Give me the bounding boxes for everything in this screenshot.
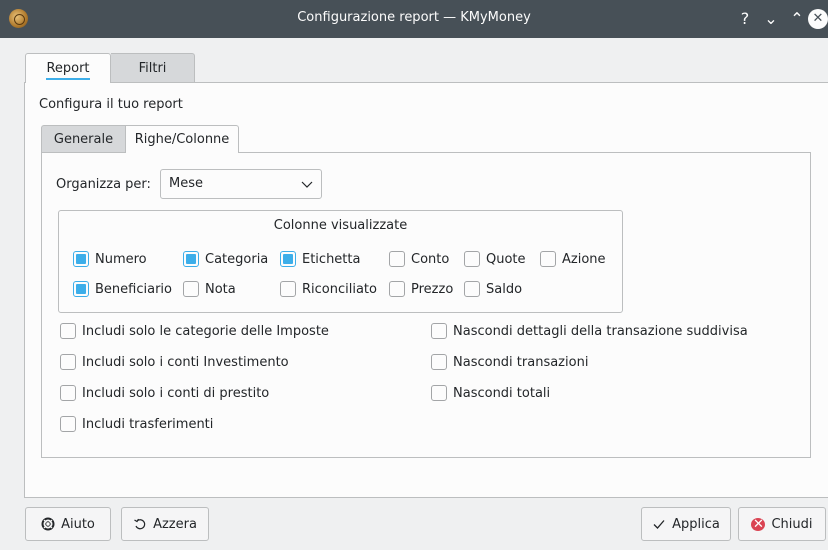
close-button[interactable]: ✕ Chiudi bbox=[738, 507, 826, 541]
window-title: Configurazione report — KMyMoney bbox=[297, 10, 531, 25]
configure-label: Configura il tuo report bbox=[39, 97, 183, 112]
checkbox-label: Nascondi dettagli della transazione sudd… bbox=[453, 323, 748, 339]
checkbox-box[interactable] bbox=[431, 385, 447, 401]
organize-value: Mese bbox=[169, 176, 203, 191]
tab-righe-colonne-label: Righe/Colonne bbox=[134, 132, 230, 147]
checkbox-box[interactable] bbox=[183, 251, 199, 267]
displayed-columns-group: Colonne visualizzate Numero Categoria Et… bbox=[58, 210, 623, 313]
checkbox-solo-investimento[interactable]: Includi solo i conti Investimento bbox=[60, 354, 289, 370]
help-button[interactable]: Aiuto bbox=[25, 507, 111, 541]
tab-report-label: Report bbox=[46, 61, 90, 80]
checkbox-nascondi-transazioni[interactable]: Nascondi transazioni bbox=[431, 354, 588, 370]
checkbox-label: Beneficiario bbox=[95, 281, 172, 297]
checkbox-label: Prezzo bbox=[411, 281, 454, 297]
checkbox-box[interactable] bbox=[464, 251, 480, 267]
checkbox-azione[interactable]: Azione bbox=[540, 251, 606, 267]
checkbox-label: Nota bbox=[205, 281, 236, 297]
checkbox-label: Includi trasferimenti bbox=[82, 416, 214, 432]
help-button-label: Aiuto bbox=[61, 516, 95, 532]
checkbox-label: Azione bbox=[562, 251, 606, 267]
tab-filtri-label: Filtri bbox=[138, 61, 167, 76]
close-circle-icon: ✕ bbox=[751, 516, 766, 532]
checkbox-box[interactable] bbox=[389, 251, 405, 267]
checkbox-solo-imposte[interactable]: Includi solo le categorie delle Imposte bbox=[60, 323, 329, 339]
tab-righe-colonne[interactable]: Righe/Colonne bbox=[125, 125, 239, 153]
checkbox-box[interactable] bbox=[73, 281, 89, 297]
checkbox-nascondi-totali[interactable]: Nascondi totali bbox=[431, 385, 550, 401]
tab-filtri[interactable]: Filtri bbox=[111, 53, 195, 83]
checkbox-box[interactable] bbox=[60, 354, 76, 370]
checkbox-box[interactable] bbox=[389, 281, 405, 297]
checkbox-box[interactable] bbox=[280, 281, 296, 297]
checkbox-prezzo[interactable]: Prezzo bbox=[389, 281, 453, 297]
checkbox-label: Saldo bbox=[486, 281, 523, 297]
title-bar: Configurazione report — KMyMoney ? ⌄ ⌃ ✕ bbox=[0, 0, 828, 38]
checkbox-label: Includi solo le categorie delle Imposte bbox=[82, 323, 329, 339]
checkbox-label: Includi solo i conti Investimento bbox=[82, 354, 289, 370]
apply-button-label: Applica bbox=[672, 516, 720, 532]
checkbox-label: Conto bbox=[411, 251, 450, 267]
apply-button[interactable]: Applica bbox=[641, 507, 731, 541]
checkbox-label: Nascondi transazioni bbox=[453, 354, 589, 370]
minimize-icon[interactable]: ⌄ bbox=[760, 8, 782, 30]
report-panel: Configura il tuo report Generale Righe/C… bbox=[24, 82, 828, 498]
checkbox-label: Numero bbox=[95, 251, 147, 267]
checkmark-icon bbox=[653, 520, 665, 529]
checkbox-box[interactable] bbox=[73, 251, 89, 267]
rows-columns-panel: Organizza per: Mese Colonne visualizzate… bbox=[41, 152, 811, 458]
lifebuoy-icon bbox=[41, 517, 55, 531]
checkbox-nota[interactable]: Nota bbox=[183, 281, 236, 297]
checkbox-box[interactable] bbox=[540, 251, 556, 267]
checkbox-label: Categoria bbox=[205, 251, 269, 267]
reset-button-label: Azzera bbox=[153, 516, 197, 532]
organize-label: Organizza per: bbox=[56, 177, 151, 192]
checkbox-box[interactable] bbox=[431, 323, 447, 339]
checkbox-etichetta[interactable]: Etichetta bbox=[280, 251, 360, 267]
checkbox-box[interactable] bbox=[431, 354, 447, 370]
checkbox-numero[interactable]: Numero bbox=[73, 251, 147, 267]
checkbox-box[interactable] bbox=[60, 416, 76, 432]
tab-generale-label: Generale bbox=[53, 132, 114, 147]
checkbox-trasferimenti[interactable]: Includi trasferimenti bbox=[60, 416, 213, 432]
checkbox-label: Riconciliato bbox=[302, 281, 377, 297]
close-window-icon[interactable]: ✕ bbox=[808, 9, 828, 29]
checkbox-saldo[interactable]: Saldo bbox=[464, 281, 522, 297]
checkbox-conto[interactable]: Conto bbox=[389, 251, 449, 267]
checkbox-solo-prestito[interactable]: Includi solo i conti di prestito bbox=[60, 385, 269, 401]
checkbox-box[interactable] bbox=[464, 281, 480, 297]
checkbox-label: Nascondi totali bbox=[453, 385, 551, 401]
checkbox-label: Includi solo i conti di prestito bbox=[82, 385, 270, 401]
displayed-columns-title: Colonne visualizzate bbox=[273, 218, 408, 233]
checkbox-quote[interactable]: Quote bbox=[464, 251, 526, 267]
checkbox-box[interactable] bbox=[60, 323, 76, 339]
checkbox-box[interactable] bbox=[280, 251, 296, 267]
tab-generale[interactable]: Generale bbox=[41, 125, 125, 153]
checkbox-beneficiario[interactable]: Beneficiario bbox=[73, 281, 172, 297]
close-button-label: Chiudi bbox=[771, 516, 813, 532]
organize-combo[interactable]: Mese bbox=[160, 169, 322, 199]
help-icon[interactable]: ? bbox=[734, 8, 756, 30]
checkbox-box[interactable] bbox=[60, 385, 76, 401]
undo-icon bbox=[134, 518, 146, 530]
checkbox-categoria[interactable]: Categoria bbox=[183, 251, 268, 267]
reset-button[interactable]: Azzera bbox=[121, 507, 209, 541]
maximize-icon[interactable]: ⌃ bbox=[786, 8, 808, 30]
checkbox-riconciliato[interactable]: Riconciliato bbox=[280, 281, 377, 297]
chevron-down-icon bbox=[301, 181, 313, 188]
tab-report[interactable]: Report bbox=[25, 53, 111, 83]
checkbox-nascondi-dettagli[interactable]: Nascondi dettagli della transazione sudd… bbox=[431, 323, 748, 339]
checkbox-box[interactable] bbox=[183, 281, 199, 297]
checkbox-label: Etichetta bbox=[302, 251, 361, 267]
checkbox-label: Quote bbox=[486, 251, 526, 267]
